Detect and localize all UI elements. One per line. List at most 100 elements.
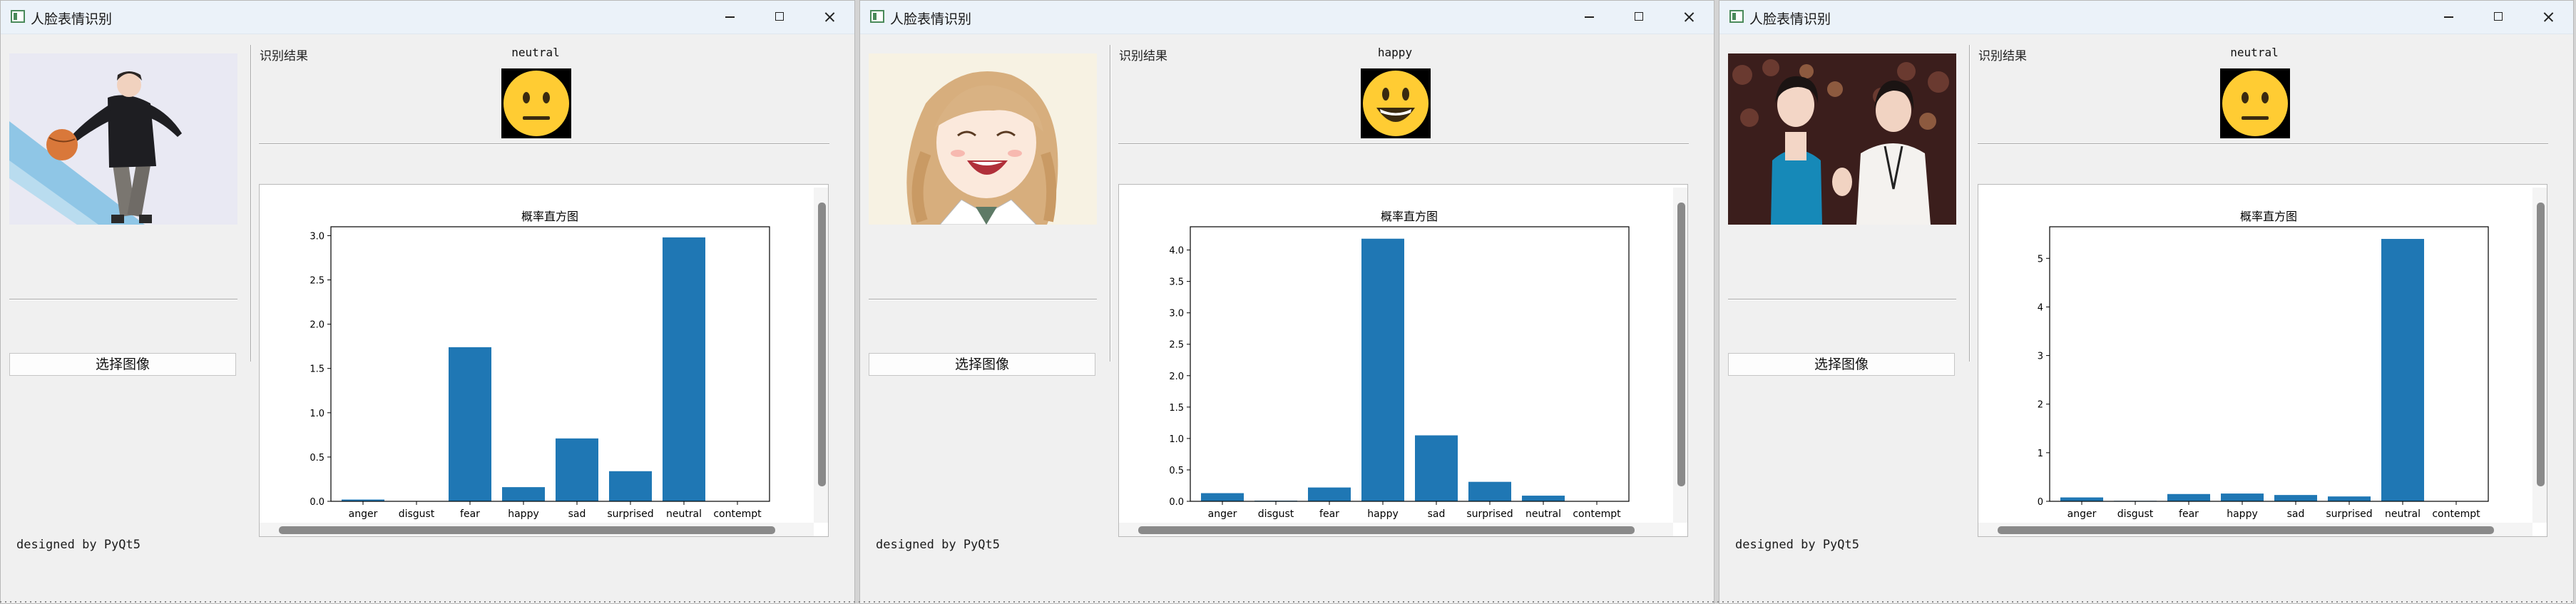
horizontal-scroll-thumb[interactable] (1138, 526, 1635, 534)
x-tick-label: happy (508, 508, 539, 520)
left-divider (869, 299, 1097, 300)
y-tick-label: 0 (2038, 497, 2043, 508)
x-tick-label: neutral (1525, 508, 1561, 520)
title-bar[interactable]: 人脸表情识别 (1719, 1, 2573, 34)
bar-surprised (2328, 496, 2371, 501)
x-tick-label: neutral (2385, 508, 2421, 520)
close-button[interactable] (1664, 1, 1714, 34)
maximize-button[interactable] (1614, 1, 1664, 34)
y-tick-label: 1 (2038, 449, 2043, 459)
bar-happy (1361, 238, 1404, 501)
window-title: 人脸表情识别 (1749, 11, 1831, 27)
y-tick-label: 3.0 (1169, 309, 1184, 319)
y-tick-label: 2.0 (1169, 372, 1184, 382)
minimize-button[interactable] (2423, 1, 2473, 34)
y-tick-label: 1.0 (310, 409, 324, 419)
bar-fear (2167, 493, 2210, 501)
y-tick-label: 4.0 (1169, 246, 1184, 257)
bar-surprised (609, 471, 652, 501)
x-tick-label: happy (1367, 508, 1399, 520)
select-image-button[interactable]: 选择图像 (1728, 353, 1955, 376)
y-tick-label: 0.5 (310, 453, 324, 464)
x-tick-label: anger (1208, 508, 1237, 520)
bar-happy (2221, 493, 2264, 501)
top-divider (1978, 143, 2548, 145)
y-tick-label: 0.0 (1169, 497, 1184, 508)
vertical-scroll-thumb[interactable] (818, 203, 826, 486)
chart-scroll-area[interactable]: 概率直方图 0.0 0.5 1.0 1.5 2.0 2.5 3.0 3.5 4.0 anger di… (1118, 184, 1688, 537)
app-window: 人脸表情识别 选择图像 识别结果 neutral (1719, 0, 2574, 604)
chart-scroll-area[interactable]: 概率直方图 0 1 2 3 4 5 anger disgust fear happy sad surp… (1978, 184, 2547, 537)
horizontal-scroll-thumb[interactable] (279, 526, 775, 534)
top-divider (259, 143, 829, 145)
y-tick-label: 4 (2038, 302, 2043, 313)
x-tick-label: fear (460, 508, 480, 520)
maximize-button[interactable] (755, 1, 804, 34)
app-icon (11, 10, 25, 23)
neutral-face-emoji-icon (501, 68, 571, 138)
close-button[interactable] (804, 1, 854, 34)
y-tick-label: 3.0 (310, 231, 324, 242)
bar-anger (1201, 493, 1244, 501)
app-window: 人脸表情识别 选择图像 识别结果 happy 概率直方图 0.0 0.5 1.0… (859, 0, 1714, 604)
vertical-scroll-thumb[interactable] (1677, 203, 1685, 486)
vertical-scroll-thumb[interactable] (2537, 203, 2545, 486)
chart-title: 概率直方图 (1381, 210, 1438, 223)
bar-neutral (2381, 239, 2424, 501)
panel-divider (250, 45, 252, 362)
left-divider (9, 299, 237, 300)
probability-histogram: 概率直方图 0.0 0.5 1.0 1.5 2.0 2.5 3.0 anger disgust f… (310, 210, 770, 520)
footer-credit: designed by PyQt5 (876, 538, 1000, 552)
y-tick-label: 2.5 (310, 276, 324, 287)
top-divider (1118, 143, 1689, 145)
x-tick-label: contempt (713, 508, 762, 520)
bar-sad (1415, 435, 1458, 501)
bar-fear (1308, 487, 1351, 501)
x-tick-label: surprised (1466, 508, 1513, 520)
x-tick-label: fear (2179, 508, 2199, 520)
emotion-name: happy (1377, 46, 1413, 59)
maximize-button[interactable] (2473, 1, 2523, 34)
x-tick-label: happy (2227, 508, 2258, 520)
minimize-button[interactable] (705, 1, 755, 34)
result-label: 识别结果 (1978, 49, 2027, 63)
x-tick-label: anger (2068, 508, 2097, 520)
bar-fear (449, 347, 491, 501)
result-label: 识别结果 (260, 49, 308, 63)
close-button[interactable] (2523, 1, 2573, 34)
happy-face-emoji-icon (1361, 68, 1431, 138)
y-tick-label: 1.0 (1169, 434, 1184, 445)
app-icon (1729, 10, 1744, 23)
input-photo (869, 53, 1097, 225)
footer-credit: designed by PyQt5 (1735, 538, 1859, 552)
x-tick-label: surprised (607, 508, 653, 520)
x-tick-label: disgust (1258, 508, 1294, 520)
bar-sad (556, 438, 598, 501)
select-image-button[interactable]: 选择图像 (9, 353, 236, 376)
minimize-button[interactable] (1564, 1, 1614, 34)
window-title: 人脸表情识别 (31, 11, 113, 27)
neutral-face-emoji-icon (2220, 68, 2290, 138)
bar-happy (502, 487, 545, 501)
panel-divider (1110, 45, 1111, 362)
y-tick-label: 3.5 (1169, 277, 1184, 288)
select-image-button[interactable]: 选择图像 (869, 353, 1095, 376)
y-tick-label: 1.5 (310, 364, 324, 375)
probability-histogram: 概率直方图 0.0 0.5 1.0 1.5 2.0 2.5 3.0 3.5 4.0 anger di… (1169, 210, 1630, 520)
emotion-name: neutral (2230, 46, 2279, 59)
title-bar[interactable]: 人脸表情识别 (1, 1, 854, 34)
bar-sad (2274, 495, 2317, 501)
window-title: 人脸表情识别 (890, 11, 972, 27)
y-tick-label: 3 (2038, 352, 2043, 362)
x-tick-label: contempt (1573, 508, 1621, 520)
y-tick-label: 1.5 (1169, 403, 1184, 414)
y-tick-label: 0.5 (1169, 466, 1184, 476)
bar-surprised (1468, 481, 1511, 501)
x-tick-label: anger (349, 508, 378, 520)
title-bar[interactable]: 人脸表情识别 (860, 1, 1714, 34)
horizontal-scroll-thumb[interactable] (1998, 526, 2494, 534)
x-tick-label: contempt (2432, 508, 2480, 520)
chart-scroll-area[interactable]: 概率直方图 0.0 0.5 1.0 1.5 2.0 2.5 3.0 anger disgust f… (259, 184, 829, 537)
x-tick-label: surprised (2326, 508, 2372, 520)
probability-histogram: 概率直方图 0 1 2 3 4 5 anger disgust fear happy sad surp… (2038, 210, 2489, 520)
